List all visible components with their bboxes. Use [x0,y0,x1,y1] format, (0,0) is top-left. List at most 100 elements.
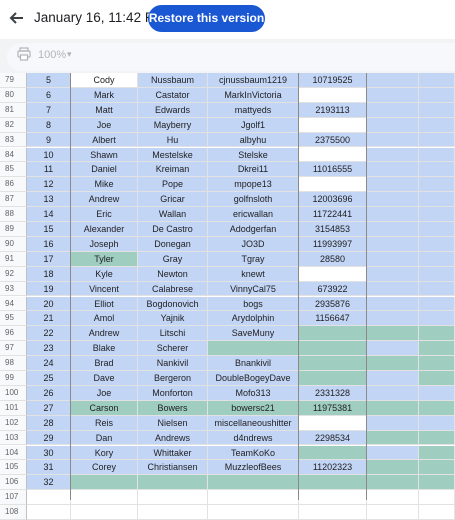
table-cell[interactable] [367,445,419,461]
row-number[interactable]: 108 [0,505,27,520]
table-cell[interactable]: Eric [71,207,138,222]
table-cell[interactable]: Bnankivil [208,356,299,371]
table-cell[interactable] [367,505,419,520]
table-cell[interactable] [367,356,419,371]
table-cell[interactable]: 1156647 [299,311,367,327]
table-cell[interactable]: 2375500 [299,132,367,148]
table-cell[interactable]: 7 [27,102,71,118]
table-cell[interactable]: Nankivil [138,356,208,371]
table-cell[interactable] [71,490,138,506]
table-cell[interactable]: Gricar [138,192,208,208]
table-cell[interactable] [299,177,367,193]
table-cell[interactable]: Edwards [138,102,208,118]
table-cell[interactable]: 2298534 [299,430,367,446]
table-cell[interactable]: MarkInVictoria [208,87,299,103]
table-cell[interactable] [419,177,455,193]
table-cell[interactable] [299,117,367,133]
table-cell[interactable]: knewt [208,266,299,282]
table-cell[interactable] [367,147,419,163]
table-cell[interactable]: cjnussbaum1219 [208,73,299,88]
table-cell[interactable]: 32 [27,475,71,491]
table-cell[interactable]: Reis [71,415,138,431]
table-cell[interactable] [299,266,367,282]
row-number[interactable]: 83 [0,132,27,148]
table-cell[interactable] [138,505,208,520]
row-number[interactable]: 105 [0,460,27,476]
table-cell[interactable]: Donegan [138,236,208,252]
table-cell[interactable]: 11975381 [299,400,367,416]
table-cell[interactable] [367,430,419,446]
table-cell[interactable]: JO3D [208,236,299,252]
table-cell[interactable] [419,266,455,282]
table-cell[interactable]: 18 [27,266,71,282]
spreadsheet-grid[interactable]: 79 5 Cody Nussbaum cjnussbaum1219 10719525 80 6… [0,73,455,520]
table-cell[interactable]: Mike [71,177,138,193]
table-cell[interactable] [27,490,71,506]
table-cell[interactable] [299,415,367,431]
table-cell[interactable] [367,251,419,267]
table-cell[interactable] [208,490,299,506]
table-cell[interactable]: Jgolf1 [208,117,299,133]
zoom-select[interactable]: 100% [38,49,66,61]
table-cell[interactable]: bowersc21 [208,400,299,416]
table-cell[interactable] [299,87,367,103]
table-cell[interactable]: 21 [27,311,71,327]
table-cell[interactable]: 8 [27,117,71,133]
table-cell[interactable]: miscellaneoushitter [208,415,299,431]
table-cell[interactable] [419,490,455,506]
table-cell[interactable]: Adodgerfan [208,222,299,237]
table-cell[interactable]: Monforton [138,385,208,401]
table-cell[interactable]: Andrew [71,192,138,208]
row-number[interactable]: 99 [0,371,27,386]
row-number[interactable]: 90 [0,236,27,252]
table-cell[interactable]: bogs [208,296,299,312]
table-cell[interactable] [299,326,367,342]
table-cell[interactable]: Wallan [138,207,208,222]
table-cell[interactable] [419,117,455,133]
table-cell[interactable]: De Castro [138,222,208,237]
table-cell[interactable]: Pope [138,177,208,193]
table-cell[interactable] [299,356,367,371]
table-cell[interactable]: Nielsen [138,415,208,431]
table-cell[interactable] [208,505,299,520]
table-cell[interactable]: Cody [71,73,138,88]
table-cell[interactable]: Elliot [71,296,138,312]
table-cell[interactable] [27,505,71,520]
table-cell[interactable] [367,311,419,327]
table-cell[interactable] [367,460,419,476]
table-cell[interactable] [138,490,208,506]
row-number[interactable]: 86 [0,177,27,193]
table-cell[interactable] [419,73,455,88]
table-cell[interactable] [419,311,455,327]
table-cell[interactable]: 9 [27,132,71,148]
table-cell[interactable]: Joseph [71,236,138,252]
row-number[interactable]: 84 [0,147,27,163]
table-cell[interactable]: Shawn [71,147,138,163]
table-cell[interactable] [299,505,367,520]
table-cell[interactable] [419,400,455,416]
row-number[interactable]: 92 [0,266,27,282]
table-cell[interactable] [367,296,419,312]
table-cell[interactable]: 31 [27,460,71,476]
table-cell[interactable]: Calabrese [138,281,208,297]
table-cell[interactable]: Albert [71,132,138,148]
table-cell[interactable] [367,371,419,386]
table-cell[interactable] [419,251,455,267]
arrow-left-icon[interactable] [8,9,26,27]
table-cell[interactable] [367,415,419,431]
table-cell[interactable]: 14 [27,207,71,222]
table-cell[interactable]: 2935876 [299,296,367,312]
table-cell[interactable]: Andrews [138,430,208,446]
table-cell[interactable]: 5 [27,73,71,88]
table-cell[interactable]: Vincent [71,281,138,297]
row-number[interactable]: 104 [0,445,27,461]
table-cell[interactable]: mattyeds [208,102,299,118]
table-cell[interactable] [419,222,455,237]
table-cell[interactable]: Carson [71,400,138,416]
table-cell[interactable] [367,177,419,193]
table-cell[interactable]: Corey [71,460,138,476]
table-cell[interactable]: 19 [27,281,71,297]
table-cell[interactable]: 24 [27,356,71,371]
table-cell[interactable]: Joe [71,385,138,401]
table-cell[interactable]: Arydolphin [208,311,299,327]
